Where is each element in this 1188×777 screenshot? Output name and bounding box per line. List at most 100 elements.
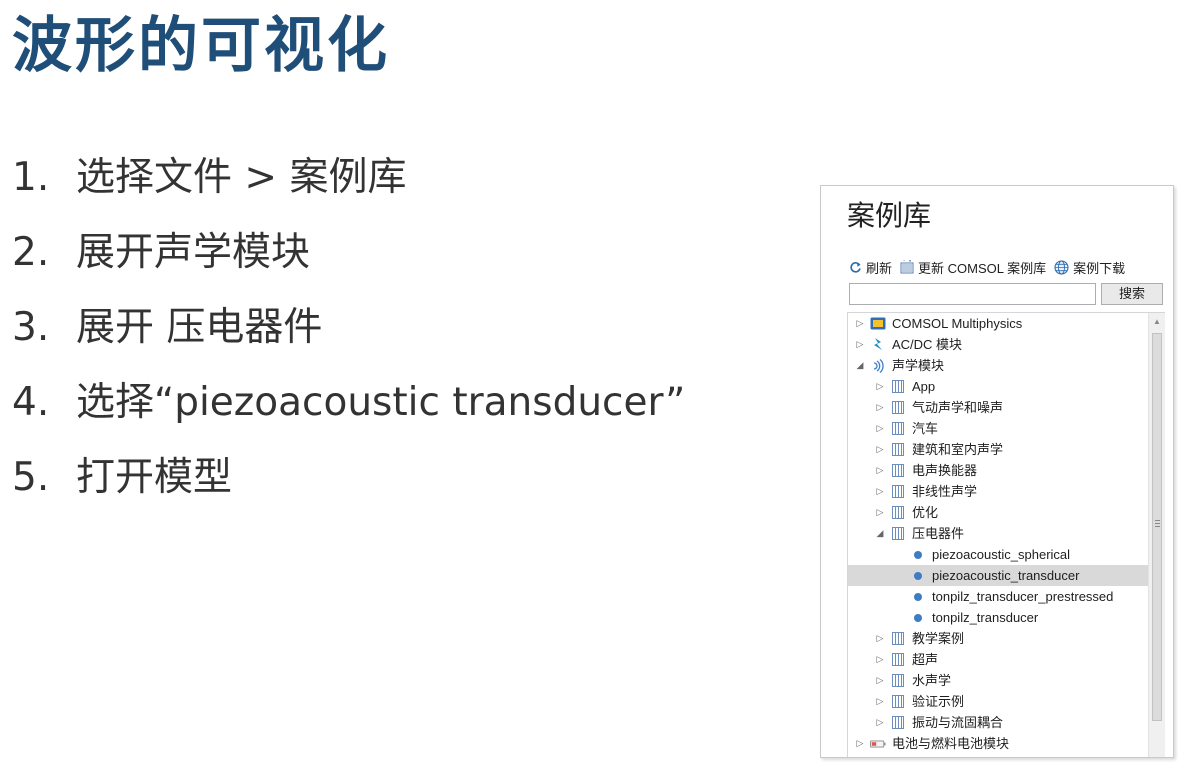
tree-folder-item[interactable]: ▷ App bbox=[848, 376, 1148, 397]
slide-title: 波形的可视化 bbox=[12, 11, 390, 81]
step-number: 4. bbox=[12, 380, 50, 425]
tree-folder-item[interactable]: ▷ 非线性声学 bbox=[848, 481, 1148, 502]
tree-item-label: piezoacoustic_spherical bbox=[932, 547, 1071, 562]
library-icon bbox=[890, 632, 906, 646]
collapsed-arrow-icon[interactable]: ▷ bbox=[854, 733, 866, 754]
tree-folder-item[interactable]: ▷ 气动声学和噪声 bbox=[848, 397, 1148, 418]
search-input[interactable] bbox=[849, 283, 1096, 305]
tree-item-label: 优化 bbox=[912, 505, 939, 520]
tree-model-item[interactable]: piezoacoustic_spherical bbox=[848, 544, 1148, 565]
tree-item-label: App bbox=[912, 379, 936, 394]
tree-folder-item[interactable]: ◢ 声学模块 bbox=[848, 355, 1148, 376]
step-text: 选择“piezoacoustic transducer” bbox=[76, 380, 686, 425]
tree-item-label: 非线性声学 bbox=[912, 484, 978, 499]
library-tree[interactable]: ▷ COMSOL Multiphysics ▷ AC/DC 模块 ◢ 声学模块 ▷ App ▷ 气… bbox=[847, 312, 1165, 757]
scrollbar-thumb[interactable] bbox=[1152, 333, 1162, 721]
step-number: 5. bbox=[12, 455, 50, 500]
tree-folder-item[interactable]: ▷ 汽车 bbox=[848, 418, 1148, 439]
collapsed-arrow-icon[interactable]: ▷ bbox=[874, 481, 886, 502]
collapsed-arrow-icon[interactable]: ▷ bbox=[874, 397, 886, 418]
globe-icon bbox=[1054, 259, 1069, 275]
tree-folder-item[interactable]: ▷ 振动与流固耦合 bbox=[848, 712, 1148, 733]
tree-item-label: 验证示例 bbox=[912, 694, 965, 709]
library-icon bbox=[890, 527, 906, 541]
model-dot-icon bbox=[914, 550, 922, 559]
tree-item-label: 汽车 bbox=[912, 421, 939, 436]
search-button[interactable]: 搜索 bbox=[1101, 283, 1163, 305]
model-dot-icon bbox=[914, 613, 922, 622]
refresh-button[interactable]: 刷新 bbox=[849, 258, 892, 277]
collapsed-arrow-icon[interactable]: ▷ bbox=[874, 691, 886, 712]
collapsed-arrow-icon[interactable]: ▷ bbox=[874, 376, 886, 397]
library-icon bbox=[890, 464, 906, 478]
refresh-icon bbox=[849, 261, 862, 274]
library-icon bbox=[890, 401, 906, 415]
download-examples-button[interactable]: 案例下载 bbox=[1054, 258, 1125, 277]
collapsed-arrow-icon[interactable]: ▷ bbox=[854, 334, 866, 355]
download-examples-label: 案例下载 bbox=[1073, 260, 1126, 276]
tree-folder-item[interactable]: ▷ 建筑和室内声学 bbox=[848, 439, 1148, 460]
tree-item-label: AC/DC 模块 bbox=[892, 337, 963, 352]
step-item: 4. 选择“piezoacoustic transducer” bbox=[12, 375, 685, 450]
tree-folder-item[interactable]: ▷ 水声学 bbox=[848, 670, 1148, 691]
tree-folder-item[interactable]: ◢ 压电器件 bbox=[848, 523, 1148, 544]
library-icon bbox=[890, 653, 906, 667]
step-item: 5. 打开模型 bbox=[12, 450, 685, 525]
collapsed-arrow-icon[interactable]: ▷ bbox=[874, 502, 886, 523]
library-icon bbox=[890, 443, 906, 457]
tree-item-label: 电声换能器 bbox=[912, 463, 978, 478]
model-dot-icon bbox=[914, 592, 922, 601]
expanded-arrow-icon[interactable]: ◢ bbox=[874, 523, 886, 544]
update-library-label: 更新 COMSOL 案例库 bbox=[918, 260, 1047, 276]
collapsed-arrow-icon[interactable]: ▷ bbox=[874, 649, 886, 670]
tree-content: ▷ COMSOL Multiphysics ▷ AC/DC 模块 ◢ 声学模块 ▷ App ▷ 气… bbox=[848, 313, 1148, 754]
collapsed-arrow-icon[interactable]: ▷ bbox=[874, 628, 886, 649]
tree-model-item[interactable]: piezoacoustic_transducer bbox=[848, 565, 1148, 586]
tree-folder-item[interactable]: ▷ AC/DC 模块 bbox=[848, 334, 1148, 355]
collapsed-arrow-icon[interactable]: ▷ bbox=[874, 670, 886, 691]
tree-item-label: 电池与燃料电池模块 bbox=[892, 736, 1010, 751]
instruction-steps: 1. 选择文件 > 案例库 2. 展开声学模块 3. 展开 压电器件 4. 选择“pie… bbox=[12, 150, 685, 525]
tree-folder-item[interactable]: ▷ 电声换能器 bbox=[848, 460, 1148, 481]
collapsed-arrow-icon[interactable]: ▷ bbox=[874, 439, 886, 460]
tree-folder-item[interactable]: ▷ 验证示例 bbox=[848, 691, 1148, 712]
tree-folder-item[interactable]: ▷ 教学案例 bbox=[848, 628, 1148, 649]
collapsed-arrow-icon[interactable]: ▷ bbox=[874, 460, 886, 481]
step-number: 1. bbox=[12, 155, 50, 200]
library-icon bbox=[890, 380, 906, 394]
model-dot-icon bbox=[914, 571, 922, 580]
library-icon bbox=[890, 485, 906, 499]
tree-folder-item[interactable]: ▷ COMSOL Multiphysics bbox=[848, 313, 1148, 334]
comsol-icon bbox=[870, 317, 886, 331]
tree-item-label: tonpilz_transducer_prestressed bbox=[932, 589, 1114, 604]
update-library-button[interactable]: 更新 COMSOL 案例库 bbox=[900, 258, 1046, 277]
tree-folder-item[interactable]: ▷ 电池与燃料电池模块 bbox=[848, 733, 1148, 754]
step-number: 2. bbox=[12, 230, 50, 275]
grip-icon bbox=[1155, 520, 1160, 527]
expanded-arrow-icon[interactable]: ◢ bbox=[854, 355, 866, 376]
library-icon bbox=[890, 506, 906, 520]
update-library-icon bbox=[900, 260, 914, 274]
acoustics-icon bbox=[870, 358, 886, 373]
step-text: 打开模型 bbox=[76, 455, 233, 500]
scroll-up-icon[interactable]: ▲ bbox=[1149, 313, 1165, 330]
tree-item-label: 超声 bbox=[912, 652, 939, 667]
vertical-scrollbar[interactable]: ▲ bbox=[1148, 313, 1165, 757]
tree-folder-item[interactable]: ▷ 超声 bbox=[848, 649, 1148, 670]
step-number: 3. bbox=[12, 305, 50, 350]
tree-model-item[interactable]: tonpilz_transducer bbox=[848, 607, 1148, 628]
tree-item-label: 教学案例 bbox=[912, 631, 965, 646]
panel-title: 案例库 bbox=[847, 199, 932, 232]
library-toolbar: 刷新 更新 COMSOL 案例库 案例下载 bbox=[849, 256, 1133, 278]
search-row: 搜索 bbox=[849, 283, 1165, 307]
tree-model-item[interactable]: tonpilz_transducer_prestressed bbox=[848, 586, 1148, 607]
collapsed-arrow-icon[interactable]: ▷ bbox=[874, 418, 886, 439]
tree-item-label: 声学模块 bbox=[892, 358, 945, 373]
collapsed-arrow-icon[interactable]: ▷ bbox=[854, 313, 866, 334]
step-item: 3. 展开 压电器件 bbox=[12, 300, 685, 375]
tree-folder-item[interactable]: ▷ 优化 bbox=[848, 502, 1148, 523]
step-text: 展开声学模块 bbox=[76, 230, 311, 275]
collapsed-arrow-icon[interactable]: ▷ bbox=[874, 712, 886, 733]
application-library-panel: 案例库 刷新 更新 COMSOL 案例库 案例下载 搜索 ▷ COMSOL Mul… bbox=[820, 185, 1174, 758]
library-icon bbox=[890, 674, 906, 688]
